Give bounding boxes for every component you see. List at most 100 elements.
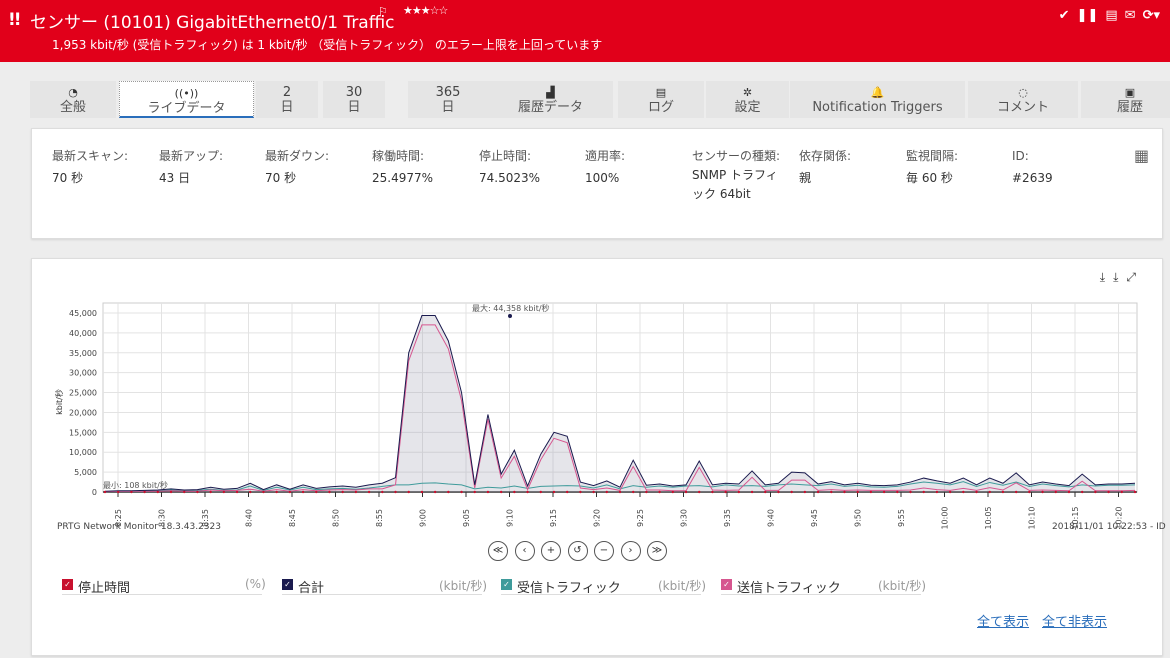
header-actions: ✔ ❚❚ ▤ ✉ ⟳▾ (1059, 8, 1160, 23)
download-alt-icon[interactable]: ⤓ (1113, 270, 1118, 285)
stat-value: #2639 (1012, 171, 1053, 185)
tab-icon: 🔔 (870, 86, 885, 99)
tab-9[interactable]: 🔔 Notification Triggers (790, 81, 965, 118)
chart-card (31, 258, 1163, 656)
sensor-stats-card: 最新スキャン: 70 秒 最新アップ: 43 日 最新ダウン: 70 秒 稼働時間: 25.4… (31, 128, 1163, 239)
legend-checkbox[interactable]: ✓ (501, 579, 512, 590)
legend-item[interactable]: ✓ 停止時間 (%) (62, 577, 266, 596)
legend-label: 合計 (298, 581, 325, 596)
tab-icon: ▟ (546, 86, 555, 99)
edit-icon[interactable]: ▤ (1105, 8, 1117, 23)
qr-code-icon[interactable]: ▦ (1134, 146, 1149, 165)
stat-value: 74.5023% (479, 171, 541, 185)
tab-label: ログ (647, 100, 674, 115)
tab-label: ライブデータ (147, 101, 226, 116)
download-icon[interactable]: ⤓ (1100, 270, 1105, 285)
prev-button[interactable]: ‹ (514, 541, 535, 561)
first-button[interactable]: ≪ (488, 541, 508, 561)
stat-item: センサーの種類: SNMP トラフィック 64bit (692, 147, 792, 204)
tab-icon: ▣ (1124, 86, 1136, 99)
stat-label: 監視間隔: (906, 149, 959, 163)
legend-item[interactable]: ✓ 送信トラフィック (kbit/秒) (721, 577, 926, 596)
tab-8[interactable]: ✲ 設定 (706, 81, 789, 118)
legend-item[interactable]: ✓ 受信トラフィック (kbit/秒) (501, 577, 706, 596)
stat-label: 適用率: (585, 149, 626, 163)
stat-item: ID: #2639 (1012, 147, 1112, 188)
check-icon[interactable]: ✔ (1059, 8, 1070, 23)
tab-label: コメント (996, 100, 1049, 115)
tab-3[interactable]: 2日 (256, 81, 318, 118)
tab-10[interactable]: ◌ コメント (968, 81, 1078, 118)
stat-item: 稼働時間: 25.4977% (372, 147, 472, 188)
flag-icon[interactable]: ⚐ (378, 5, 388, 18)
zoom-out-button[interactable]: − (594, 541, 614, 561)
tab-2[interactable]: ((•)) ライブデータ (119, 81, 254, 118)
stat-item: 最新ダウン: 70 秒 (265, 147, 365, 188)
tab-number: 30 (345, 85, 363, 100)
sensor-title: センサー (10101) GigabitEthernet0/1 Traffic (30, 13, 395, 33)
stat-label: 最新ダウン: (265, 149, 330, 163)
last-button[interactable]: ≫ (647, 541, 667, 561)
priority-stars[interactable]: ★★★☆☆ (403, 4, 448, 17)
mail-icon[interactable]: ✉ (1125, 8, 1136, 23)
show-all-link[interactable]: 全て表示 (977, 611, 1029, 630)
tab-number: 2 (282, 85, 292, 100)
tab-icon: ▤ (655, 86, 667, 99)
pause-icon[interactable]: ❚❚ (1077, 8, 1099, 23)
legend-label: 送信トラフィック (737, 581, 841, 596)
legend-label: 停止時間 (78, 581, 131, 596)
legend-item[interactable]: ✓ 合計 (kbit/秒) (282, 577, 487, 596)
stat-item: 適用率: 100% (585, 147, 685, 188)
tab-7[interactable]: ▤ ログ (618, 81, 704, 118)
stat-item: 停止時間: 74.5023% (479, 147, 579, 188)
tab-5[interactable]: 365 日 (408, 81, 488, 118)
stat-item: 最新スキャン: 70 秒 (52, 147, 152, 188)
stat-label: センサーの種類: (692, 149, 781, 163)
tab-label: 全般 (59, 100, 86, 115)
tab-11[interactable]: ▣ 履歴 (1081, 81, 1170, 118)
stat-value: 親 (799, 171, 812, 185)
legend-checkbox[interactable]: ✓ (721, 579, 732, 590)
tab-label: 日 (280, 100, 294, 115)
legend-unit: (%) (245, 577, 266, 591)
legend-unit: (kbit/秒) (439, 579, 488, 593)
alert-icon: !! (8, 10, 21, 30)
tab-4[interactable]: 30 日 (323, 81, 385, 118)
prtg-version: PRTG Network Monitor 18.3.43.2323 (57, 522, 221, 532)
stat-value: SNMP トラフィック 64bit (692, 168, 778, 201)
stat-item: 依存関係: 親 (799, 147, 899, 188)
stat-label: 最新スキャン: (52, 149, 129, 163)
chart-timestamp: 2018/11/01 10:22:53 - ID (1052, 522, 1166, 532)
reset-button[interactable]: ↺ (567, 541, 588, 561)
error-message: 1,953 kbit/秒 (受信トラフィック) は 1 kbit/秒 （受信トラ… (52, 38, 603, 52)
stat-label: 最新アップ: (159, 149, 224, 163)
next-button[interactable]: › (620, 541, 641, 561)
stat-item: 最新アップ: 43 日 (159, 147, 259, 188)
chart-actions: ⤓ ⤓ ⤢ (1100, 270, 1136, 285)
stat-label: 依存関係: (799, 149, 852, 163)
stat-value: 25.4977% (372, 171, 434, 185)
expand-icon[interactable]: ⤢ (1126, 270, 1136, 285)
tab-label: 履歴 (1116, 100, 1143, 115)
legend-checkbox[interactable]: ✓ (282, 579, 293, 590)
legend-checkbox[interactable]: ✓ (62, 579, 73, 590)
zoom-in-button[interactable]: + (541, 541, 561, 561)
stat-value: 43 日 (159, 171, 191, 185)
stat-value: 70 秒 (265, 171, 297, 185)
tab-number: 365 (435, 85, 461, 100)
tab-label: 履歴データ (517, 100, 583, 115)
legend-label: 受信トラフィック (517, 581, 621, 596)
hide-all-link[interactable]: 全て非表示 (1042, 611, 1107, 630)
stat-label: ID: (1012, 149, 1029, 163)
stat-label: 稼働時間: (372, 149, 425, 163)
tab-6[interactable]: ▟ 履歴データ (488, 81, 613, 118)
tab-icon: ✲ (742, 86, 753, 99)
tab-label: 日 (441, 100, 455, 115)
tab-label: 設定 (734, 100, 761, 115)
tab-icon: ((•)) (174, 87, 199, 100)
alert-header: !! センサー (10101) GigabitEthernet0/1 Traff… (0, 0, 1170, 62)
tab-1[interactable]: ◔ 全般 (30, 81, 116, 118)
stat-item: 監視間隔: 毎 60 秒 (906, 147, 1006, 188)
refresh-icon[interactable]: ⟳▾ (1143, 8, 1160, 23)
legend-unit: (kbit/秒) (658, 579, 707, 593)
